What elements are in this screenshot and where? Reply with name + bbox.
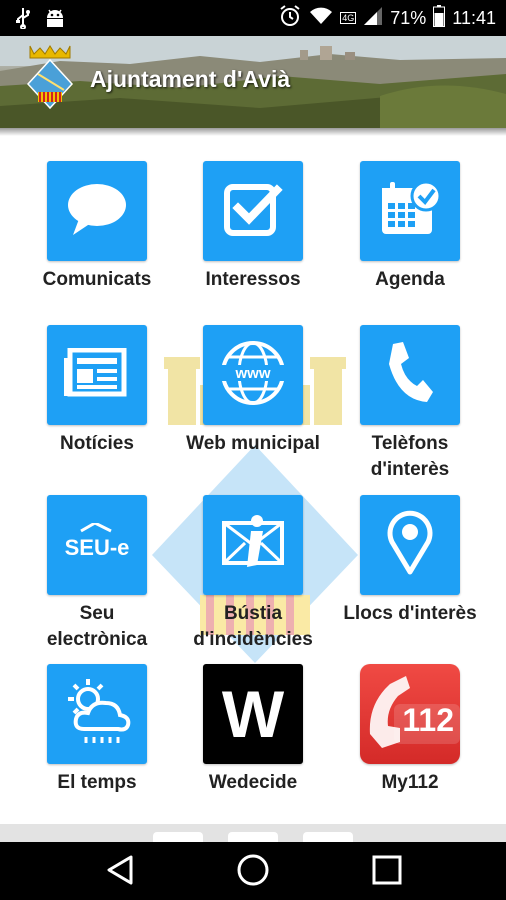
clock-time: 11:41 bbox=[452, 7, 496, 28]
mailbox-info-icon bbox=[221, 513, 285, 578]
battery-icon bbox=[433, 4, 446, 32]
network-type-icon: 4G bbox=[340, 12, 357, 24]
svg-text:SEU-e: SEU-e bbox=[65, 535, 130, 560]
signal-icon bbox=[363, 6, 383, 31]
weather-icon bbox=[60, 675, 134, 754]
usb-icon bbox=[16, 7, 30, 34]
tile-label: Agenda bbox=[375, 269, 445, 290]
calendar-icon bbox=[378, 178, 442, 245]
my112-number: 112 bbox=[402, 702, 454, 738]
wedecide-logo-icon: W bbox=[221, 677, 285, 751]
seu-e-icon: SEU-e bbox=[59, 520, 135, 568]
wedecide-button[interactable]: W bbox=[203, 664, 303, 764]
comunicats-button[interactable] bbox=[47, 161, 147, 261]
tile-wedecide[interactable]: W Wedecide bbox=[173, 664, 333, 796]
tile-agenda[interactable]: Agenda bbox=[330, 161, 490, 293]
system-nav-bar bbox=[0, 842, 506, 900]
el-temps-button[interactable] bbox=[47, 664, 147, 764]
tile-label: Bústia d'incidències bbox=[193, 603, 313, 650]
tile-llocs[interactable]: Llocs d'interès bbox=[330, 495, 490, 627]
agenda-button[interactable] bbox=[360, 161, 460, 261]
telefons-button[interactable] bbox=[360, 325, 460, 425]
newspaper-icon bbox=[64, 347, 130, 403]
recents-button[interactable] bbox=[367, 854, 407, 890]
tile-comunicats[interactable]: Comunicats bbox=[17, 161, 177, 293]
tile-label: Llocs d'interès bbox=[343, 603, 477, 624]
battery-percent: 71% bbox=[390, 7, 427, 28]
www-globe-icon: www bbox=[219, 339, 287, 412]
header-shadow bbox=[0, 128, 506, 136]
tile-label: My112 bbox=[381, 772, 439, 793]
android-debug-icon bbox=[44, 8, 66, 33]
bustia-button[interactable] bbox=[203, 495, 303, 595]
tile-label: Interessos bbox=[205, 269, 301, 290]
chat-bubble-icon bbox=[65, 181, 129, 242]
tile-noticies[interactable]: Notícies bbox=[17, 325, 177, 457]
alarm-icon bbox=[278, 4, 302, 33]
tile-label: Web municipal bbox=[186, 433, 320, 454]
tile-interessos[interactable]: Interessos bbox=[173, 161, 333, 293]
map-pin-icon bbox=[386, 510, 434, 581]
app-header: Ajuntament d'Avià bbox=[0, 36, 506, 128]
tile-bustia[interactable]: Bústia d'incidències bbox=[173, 495, 333, 653]
tile-label: Telèfons d'interès bbox=[370, 433, 450, 480]
tile-label: El temps bbox=[57, 772, 137, 793]
back-button[interactable] bbox=[100, 854, 140, 890]
tile-label: Notícies bbox=[60, 433, 134, 454]
interessos-button[interactable] bbox=[203, 161, 303, 261]
my112-button[interactable]: 112 bbox=[360, 664, 460, 764]
tile-my112[interactable]: 112 My112 bbox=[330, 664, 490, 796]
tile-el-temps[interactable]: El temps bbox=[17, 664, 177, 796]
llocs-button[interactable] bbox=[360, 495, 460, 595]
tile-web-municipal[interactable]: www Web municipal bbox=[173, 325, 333, 457]
bottom-tab-strip bbox=[0, 824, 506, 844]
tile-telefons[interactable]: Telèfons d'interès bbox=[330, 325, 490, 483]
my112-logo-icon: 112 bbox=[360, 664, 460, 764]
tile-label: Seu electrònica bbox=[46, 603, 148, 650]
svg-text:www: www bbox=[234, 365, 270, 382]
noticies-button[interactable] bbox=[47, 325, 147, 425]
town-coat-of-arms-logo bbox=[24, 44, 76, 115]
web-municipal-button[interactable]: www bbox=[203, 325, 303, 425]
tile-label: Wedecide bbox=[208, 772, 298, 793]
tile-label: Comunicats bbox=[42, 269, 152, 290]
seu-electronica-button[interactable]: SEU-e bbox=[47, 495, 147, 595]
home-button[interactable] bbox=[233, 854, 273, 890]
back-triangle-icon bbox=[106, 855, 134, 890]
tile-seu-electronica[interactable]: SEU-e Seu electrònica bbox=[17, 495, 177, 653]
phone-icon bbox=[385, 340, 435, 411]
wifi-icon bbox=[309, 6, 333, 31]
checkbox-icon bbox=[222, 178, 284, 245]
app-title: Ajuntament d'Avià bbox=[90, 66, 291, 92]
status-bar: 4G 71% 11:41 bbox=[0, 0, 506, 36]
recents-square-icon bbox=[372, 855, 402, 890]
home-circle-icon bbox=[236, 853, 270, 892]
